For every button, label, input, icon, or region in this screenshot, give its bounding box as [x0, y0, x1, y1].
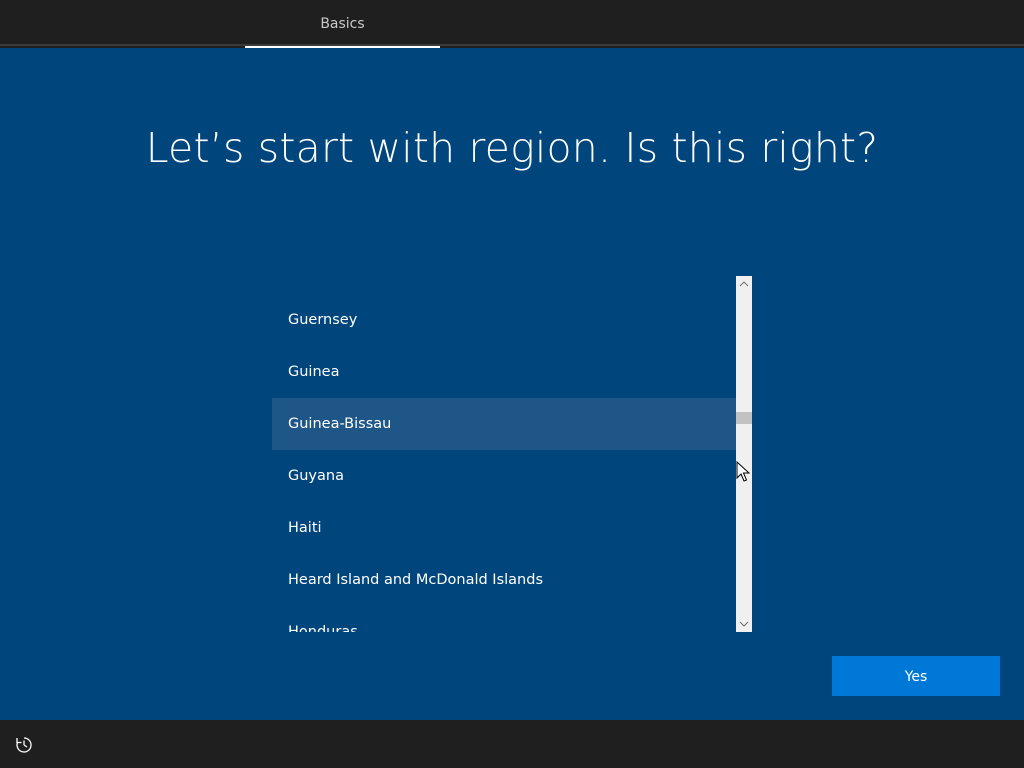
list-item-guernsey[interactable]: Guernsey [272, 294, 736, 346]
main-panel: Let’s start with region. Is this right? … [0, 48, 1024, 720]
tab-basics[interactable]: Basics [245, 0, 440, 48]
bottom-bar [0, 720, 1024, 768]
list-item-guinea-bissau[interactable]: Guinea-Bissau [272, 398, 736, 450]
region-list-items: Guernsey Guinea Guinea-Bissau Guyana Hai… [272, 294, 736, 632]
page-title: Let’s start with region. Is this right? [145, 124, 879, 172]
yes-button[interactable]: Yes [832, 656, 1000, 696]
list-item-heard-island[interactable]: Heard Island and McDonald Islands [272, 554, 736, 606]
scroll-up-icon[interactable] [736, 276, 752, 292]
scroll-thumb[interactable] [736, 412, 752, 424]
list-item-guyana[interactable]: Guyana [272, 450, 736, 502]
mouse-cursor-icon [736, 461, 750, 482]
region-list[interactable]: Guernsey Guinea Guinea-Bissau Guyana Hai… [272, 276, 752, 632]
list-item-haiti[interactable]: Haiti [272, 502, 736, 554]
ease-of-access-icon[interactable] [14, 735, 34, 755]
list-item-honduras[interactable]: Honduras [272, 606, 736, 632]
list-item-guinea[interactable]: Guinea [272, 346, 736, 398]
list-scrollbar[interactable] [736, 276, 752, 632]
scroll-down-icon[interactable] [736, 616, 752, 632]
top-bar: Basics [0, 0, 1024, 48]
